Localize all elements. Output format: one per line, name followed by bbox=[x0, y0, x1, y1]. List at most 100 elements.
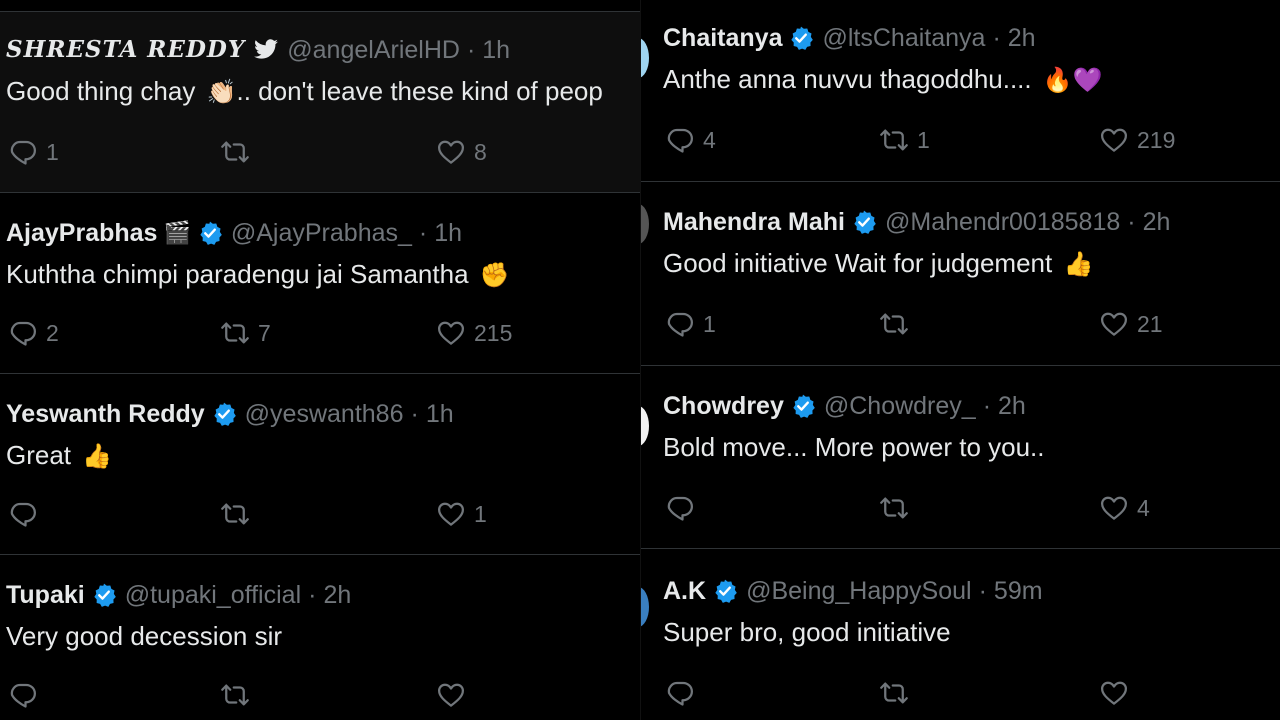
like-count: 219 bbox=[1137, 126, 1176, 153]
display-name[interactable]: SHRESTA REDDY bbox=[6, 34, 245, 66]
reply-count: 4 bbox=[703, 126, 716, 153]
retweet-button[interactable] bbox=[879, 306, 917, 342]
avatar[interactable] bbox=[641, 587, 649, 627]
tweet-card[interactable]: Chaitanya @ltsChaitanya · 2h Anthe anna … bbox=[641, 0, 1280, 181]
user-handle[interactable]: @angelArielHD bbox=[287, 34, 460, 66]
like-button[interactable]: 215 bbox=[436, 315, 512, 351]
user-handle[interactable]: @ltsChaitanya bbox=[822, 22, 985, 54]
tweet-text: Good thing chay 👏🏻.. don't leave these k… bbox=[6, 74, 603, 110]
like-button[interactable]: 21 bbox=[1099, 306, 1163, 342]
tweet-actions: 1 8 bbox=[6, 134, 640, 170]
display-name[interactable]: Tupaki bbox=[6, 579, 85, 611]
like-count: 4 bbox=[1137, 494, 1150, 521]
tweet-header: Mahendra Mahi @Mahendr00185818 · 2h bbox=[663, 206, 1170, 238]
avatar[interactable] bbox=[641, 204, 649, 244]
retweet-button[interactable]: 1 bbox=[879, 122, 930, 158]
retweet-button[interactable] bbox=[220, 677, 258, 713]
tweet-text-part: .. don't leave these kind of peop bbox=[236, 76, 603, 106]
separator-dot: · bbox=[410, 400, 419, 428]
avatar[interactable] bbox=[641, 38, 649, 78]
timestamp[interactable]: 2h bbox=[1143, 206, 1171, 238]
user-handle[interactable]: @tupaki_official bbox=[125, 579, 301, 611]
like-button[interactable]: 1 bbox=[436, 496, 487, 532]
retweet-button[interactable] bbox=[220, 134, 258, 170]
tweet-card[interactable]: Mahendra Mahi @Mahendr00185818 · 2h Good… bbox=[641, 182, 1280, 365]
tweet-text-part: Good initiative Wait for judgement bbox=[663, 248, 1053, 278]
tweet-card[interactable]: SHRESTA REDDY @angelArielHD · 1h Good th… bbox=[0, 12, 640, 192]
like-button[interactable] bbox=[1099, 675, 1137, 711]
like-button[interactable]: 219 bbox=[1099, 122, 1175, 158]
retweet-icon bbox=[879, 309, 909, 339]
tweet-card[interactable]: AjayPrabhas 🎬 @AjayPrabhas_ · 1h Kuththa… bbox=[0, 193, 640, 373]
tweet-card[interactable]: A.K @Being_HappySoul · 59m Super bro, go… bbox=[641, 549, 1280, 720]
timestamp[interactable]: 1h bbox=[434, 217, 462, 249]
reply-button[interactable] bbox=[8, 677, 46, 713]
reply-count: 1 bbox=[46, 138, 59, 165]
reply-icon bbox=[8, 680, 38, 710]
like-button[interactable]: 8 bbox=[436, 134, 487, 170]
user-handle[interactable]: @Being_HappySoul bbox=[746, 575, 972, 607]
display-name[interactable]: Chowdrey bbox=[663, 390, 784, 422]
timestamp[interactable]: 2h bbox=[1008, 22, 1036, 54]
like-button[interactable] bbox=[436, 677, 474, 713]
reply-icon bbox=[8, 137, 38, 167]
avatar[interactable] bbox=[641, 406, 649, 446]
user-handle[interactable]: @AjayPrabhas_ bbox=[231, 217, 412, 249]
tweet-card[interactable]: Tupaki @tupaki_official · 2h Very good d… bbox=[0, 555, 640, 720]
retweet-button[interactable] bbox=[220, 496, 258, 532]
user-handle[interactable]: @Chowdrey_ bbox=[824, 390, 976, 422]
verified-badge-icon bbox=[211, 401, 237, 427]
retweet-count: 7 bbox=[258, 319, 271, 346]
display-name[interactable]: Mahendra Mahi bbox=[663, 206, 845, 238]
separator-dot: · bbox=[1127, 208, 1136, 236]
display-name[interactable]: Yeswanth Reddy bbox=[6, 398, 205, 430]
tweet-header: SHRESTA REDDY @angelArielHD · 1h bbox=[6, 34, 510, 66]
reply-icon bbox=[665, 493, 695, 523]
display-name[interactable]: AjayPrabhas bbox=[6, 217, 157, 249]
tweet-text-part: Anthe anna nuvvu thagoddhu.... bbox=[663, 64, 1032, 94]
reply-button[interactable] bbox=[665, 490, 703, 526]
retweet-button[interactable]: 7 bbox=[220, 315, 271, 351]
separator-dot: · bbox=[992, 24, 1001, 52]
timestamp[interactable]: 1h bbox=[426, 398, 454, 430]
verified-badge-icon bbox=[712, 578, 738, 604]
fire-purple-heart-emoji: 🔥💜 bbox=[1042, 67, 1103, 94]
like-icon bbox=[436, 318, 466, 348]
like-icon bbox=[1099, 309, 1129, 339]
tweet-actions bbox=[6, 677, 640, 713]
timestamp[interactable]: 2h bbox=[323, 579, 351, 611]
reply-button[interactable]: 1 bbox=[665, 306, 716, 342]
tweet-text: Super bro, good initiative bbox=[663, 615, 951, 649]
like-button[interactable]: 4 bbox=[1099, 490, 1150, 526]
verified-badge-icon bbox=[91, 582, 117, 608]
display-name[interactable]: Chaitanya bbox=[663, 22, 782, 54]
timestamp[interactable]: 59m bbox=[994, 575, 1043, 607]
timestamp[interactable]: 1h bbox=[482, 34, 510, 66]
reply-button[interactable] bbox=[665, 675, 703, 711]
tweet-card[interactable]: Chowdrey @Chowdrey_ · 2h Bold move... Mo… bbox=[641, 366, 1280, 548]
reply-icon bbox=[665, 678, 695, 708]
retweet-button[interactable] bbox=[879, 490, 917, 526]
timestamp[interactable]: 2h bbox=[998, 390, 1026, 422]
user-handle[interactable]: @yeswanth86 bbox=[245, 398, 404, 430]
reply-count: 2 bbox=[46, 319, 59, 346]
separator-dot: · bbox=[978, 577, 987, 605]
verified-badge-icon bbox=[790, 393, 816, 419]
reply-button[interactable]: 2 bbox=[8, 315, 59, 351]
raised-fist-emoji: ✊ bbox=[479, 262, 510, 289]
like-count: 1 bbox=[474, 500, 487, 527]
like-icon bbox=[1099, 125, 1129, 155]
tweet-text-part: Bold move... More power to you.. bbox=[663, 432, 1045, 462]
display-name[interactable]: A.K bbox=[663, 575, 706, 607]
user-handle[interactable]: @Mahendr00185818 bbox=[885, 206, 1120, 238]
retweet-button[interactable] bbox=[879, 675, 917, 711]
retweet-icon bbox=[879, 493, 909, 523]
tweet-actions: 4 1 219 bbox=[663, 122, 1280, 158]
tweet-text: Bold move... More power to you.. bbox=[663, 430, 1045, 464]
tweet-card[interactable]: Yeswanth Reddy @yeswanth86 · 1h Great 👍 … bbox=[0, 374, 640, 554]
reply-button[interactable]: 4 bbox=[665, 122, 716, 158]
reply-button[interactable]: 1 bbox=[8, 134, 59, 170]
reply-button[interactable] bbox=[8, 496, 46, 532]
retweet-icon bbox=[220, 499, 250, 529]
separator-dot: · bbox=[308, 581, 317, 609]
